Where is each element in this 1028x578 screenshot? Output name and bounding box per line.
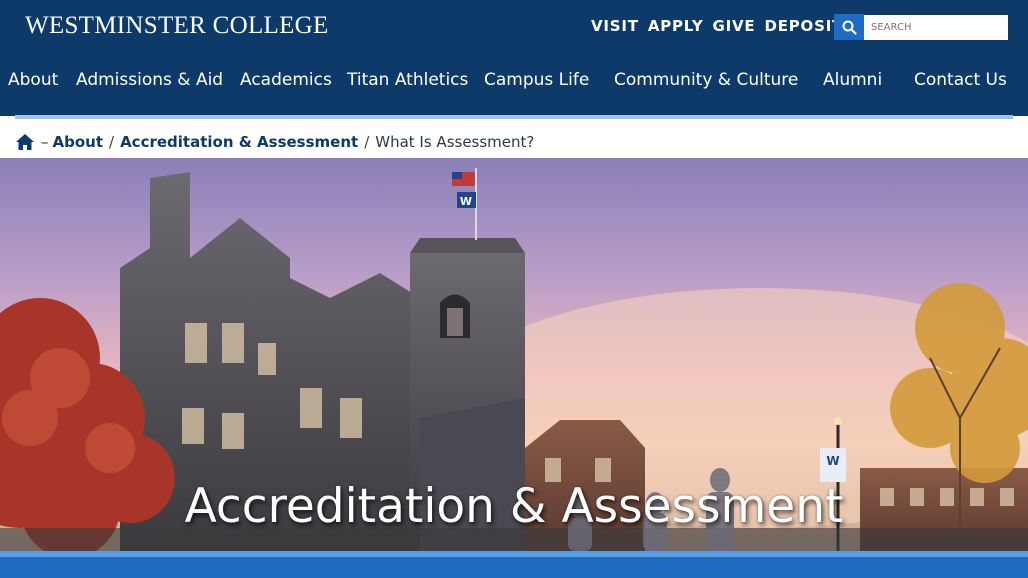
home-icon[interactable] (15, 132, 35, 152)
search-button[interactable] (834, 14, 864, 40)
nav-contact-us[interactable]: Contact Us (914, 70, 1007, 90)
main-nav: About Admissions & Aid Academics Titan A… (0, 70, 1028, 94)
site-logo[interactable]: WESTMINSTER COLLEGE (25, 12, 329, 40)
utility-link-deposit[interactable]: DEPOSIT (764, 17, 843, 35)
hero-title: Accreditation & Assessment (184, 479, 844, 534)
breadcrumb: – About / Accreditation & Assessment / W… (15, 130, 534, 154)
utility-link-give[interactable]: GIVE (713, 17, 756, 35)
hero-flag-letter: W (460, 195, 472, 208)
breadcrumb-current: What Is Assessment? (375, 133, 535, 151)
breadcrumb-separator: / (364, 133, 370, 151)
utility-link-apply[interactable]: APPLY (648, 17, 704, 35)
breadcrumb-accreditation[interactable]: Accreditation & Assessment (120, 133, 358, 151)
content-band (0, 557, 1028, 578)
nav-community-culture[interactable]: Community & Culture (614, 70, 798, 90)
nav-about[interactable]: About (8, 70, 58, 90)
breadcrumb-home-separator: – (41, 133, 49, 151)
breadcrumb-about[interactable]: About (53, 133, 104, 151)
search-input[interactable] (864, 15, 1008, 40)
nav-titan-athletics[interactable]: Titan Athletics (347, 70, 468, 90)
search-icon (842, 20, 857, 35)
nav-campus-life[interactable]: Campus Life (484, 70, 589, 90)
hero-banner-letter: W (826, 454, 839, 468)
nav-academics[interactable]: Academics (240, 70, 332, 90)
site-header: WESTMINSTER COLLEGE VISIT APPLY GIVE DEP… (0, 0, 1028, 116)
utility-link-visit[interactable]: VISIT (591, 17, 639, 35)
nav-admissions-aid[interactable]: Admissions & Aid (76, 70, 223, 90)
breadcrumb-separator: / (109, 133, 115, 151)
nav-alumni[interactable]: Alumni (823, 70, 882, 90)
hero-banner: W W Accreditation & Assessment (0, 158, 1028, 551)
header-divider (15, 115, 1013, 119)
utility-nav: VISIT APPLY GIVE DEPOSIT (591, 17, 843, 35)
